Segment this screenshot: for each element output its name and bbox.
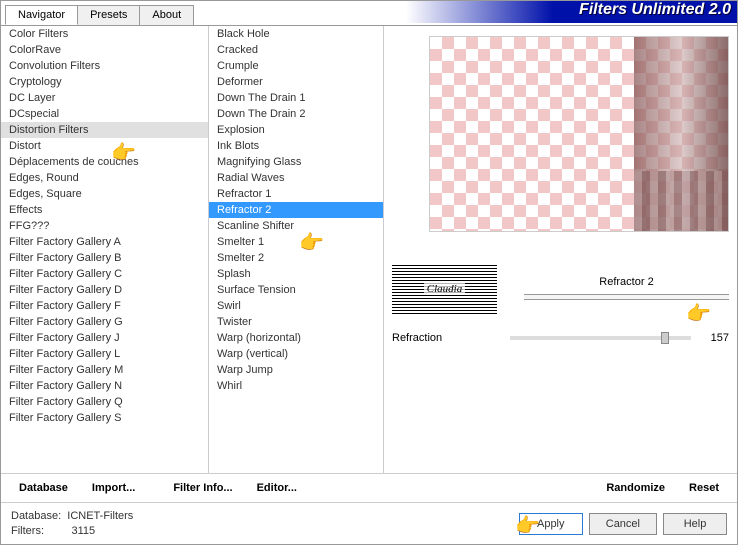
filter-item[interactable]: Down The Drain 2 — [209, 106, 383, 122]
category-item[interactable]: Edges, Square — [1, 186, 208, 202]
category-item[interactable]: FFG??? — [1, 218, 208, 234]
category-item[interactable]: Color Filters — [1, 26, 208, 42]
import-button[interactable]: Import... — [82, 478, 145, 498]
filter-item[interactable]: Scanline Shifter — [209, 218, 383, 234]
toolbar: Database Import... Filter Info... Editor… — [1, 473, 737, 503]
category-item[interactable]: Filter Factory Gallery A — [1, 234, 208, 250]
tab-navigator[interactable]: Navigator — [5, 5, 78, 25]
tab-about[interactable]: About — [139, 5, 194, 25]
database-value: ICNET-Filters — [67, 510, 133, 522]
category-item[interactable]: Filter Factory Gallery L — [1, 346, 208, 362]
filter-item[interactable]: Explosion — [209, 122, 383, 138]
author-logo-text: Claudia — [424, 283, 465, 295]
filter-item[interactable]: Radial Waves — [209, 170, 383, 186]
filter-item[interactable]: Ink Blots — [209, 138, 383, 154]
filter-item[interactable]: Smelter 1 — [209, 234, 383, 250]
category-item[interactable]: Filter Factory Gallery B — [1, 250, 208, 266]
editor-button[interactable]: Editor... — [247, 478, 307, 498]
filter-item[interactable]: Warp Jump — [209, 362, 383, 378]
filter-info-button[interactable]: Filter Info... — [163, 478, 242, 498]
category-item[interactable]: Edges, Round — [1, 170, 208, 186]
category-item[interactable]: Distortion Filters — [1, 122, 208, 138]
category-item[interactable]: Déplacements de couches — [1, 154, 208, 170]
filter-item[interactable]: Warp (vertical) — [209, 346, 383, 362]
action-buttons: Apply Cancel Help — [519, 513, 727, 535]
filter-item[interactable]: Black Hole — [209, 26, 383, 42]
filters-count-value: 3115 — [72, 525, 96, 537]
preview-image — [429, 36, 729, 232]
apply-button[interactable]: Apply — [519, 513, 583, 535]
status-bar: Database: ICNET-Filters Filters: 3115 Ap… — [1, 503, 737, 545]
filter-item[interactable]: Twister — [209, 314, 383, 330]
cancel-button[interactable]: Cancel — [589, 513, 657, 535]
param-value: 157 — [699, 332, 729, 344]
database-label: Database: — [11, 510, 61, 522]
category-item[interactable]: Filter Factory Gallery S — [1, 410, 208, 426]
category-list[interactable]: Color FiltersColorRaveConvolution Filter… — [1, 26, 209, 473]
category-item[interactable]: Filter Factory Gallery F — [1, 298, 208, 314]
preview-panel: Claudia Refractor 2 Refraction 157 — [384, 26, 737, 473]
preview-effect-2 — [634, 171, 728, 231]
category-item[interactable]: Filter Factory Gallery D — [1, 282, 208, 298]
category-item[interactable]: Effects — [1, 202, 208, 218]
category-item[interactable]: Cryptology — [1, 74, 208, 90]
app-title: Filters Unlimited 2.0 — [579, 1, 731, 19]
filter-item[interactable]: Whirl — [209, 378, 383, 394]
category-item[interactable]: Filter Factory Gallery J — [1, 330, 208, 346]
category-item[interactable]: Filter Factory Gallery C — [1, 266, 208, 282]
app-header: NavigatorPresetsAbout Filters Unlimited … — [1, 1, 737, 23]
reset-button[interactable]: Reset — [679, 478, 729, 498]
slider-thumb[interactable] — [661, 332, 669, 344]
help-button[interactable]: Help — [663, 513, 727, 535]
filters-count-label: Filters: — [11, 525, 44, 537]
filter-item[interactable]: Splash — [209, 266, 383, 282]
category-item[interactable]: Filter Factory Gallery N — [1, 378, 208, 394]
refraction-slider[interactable] — [510, 336, 691, 340]
category-item[interactable]: DC Layer — [1, 90, 208, 106]
category-item[interactable]: Convolution Filters — [1, 58, 208, 74]
title-divider — [524, 294, 729, 300]
filter-item[interactable]: Warp (horizontal) — [209, 330, 383, 346]
filter-item[interactable]: Deformer — [209, 74, 383, 90]
database-button[interactable]: Database — [9, 478, 78, 498]
filter-title-area: Refractor 2 — [524, 276, 729, 300]
category-item[interactable]: Filter Factory Gallery G — [1, 314, 208, 330]
param-row-refraction: Refraction 157 — [392, 332, 729, 344]
filter-item[interactable]: Down The Drain 1 — [209, 90, 383, 106]
category-item[interactable]: DCspecial — [1, 106, 208, 122]
filter-item[interactable]: Smelter 2 — [209, 250, 383, 266]
status-info: Database: ICNET-Filters Filters: 3115 — [11, 509, 133, 539]
filter-item[interactable]: Swirl — [209, 298, 383, 314]
filter-list[interactable]: Black HoleCrackedCrumpleDeformerDown The… — [209, 26, 384, 473]
tab-presets[interactable]: Presets — [77, 5, 140, 25]
filter-item[interactable]: Crumple — [209, 58, 383, 74]
category-item[interactable]: Filter Factory Gallery M — [1, 362, 208, 378]
category-item[interactable]: Filter Factory Gallery Q — [1, 394, 208, 410]
tabs: NavigatorPresetsAbout — [5, 5, 193, 25]
category-item[interactable]: Distort — [1, 138, 208, 154]
selected-filter-name: Refractor 2 — [524, 276, 729, 288]
category-item[interactable]: ColorRave — [1, 42, 208, 58]
filter-item[interactable]: Refractor 2 — [209, 202, 383, 218]
author-logo: Claudia — [392, 264, 497, 314]
main-area: Color FiltersColorRaveConvolution Filter… — [1, 25, 737, 473]
randomize-button[interactable]: Randomize — [596, 478, 675, 498]
filter-item[interactable]: Cracked — [209, 42, 383, 58]
filter-item[interactable]: Surface Tension — [209, 282, 383, 298]
param-label: Refraction — [392, 332, 502, 344]
filter-item[interactable]: Refractor 1 — [209, 186, 383, 202]
filter-item[interactable]: Magnifying Glass — [209, 154, 383, 170]
